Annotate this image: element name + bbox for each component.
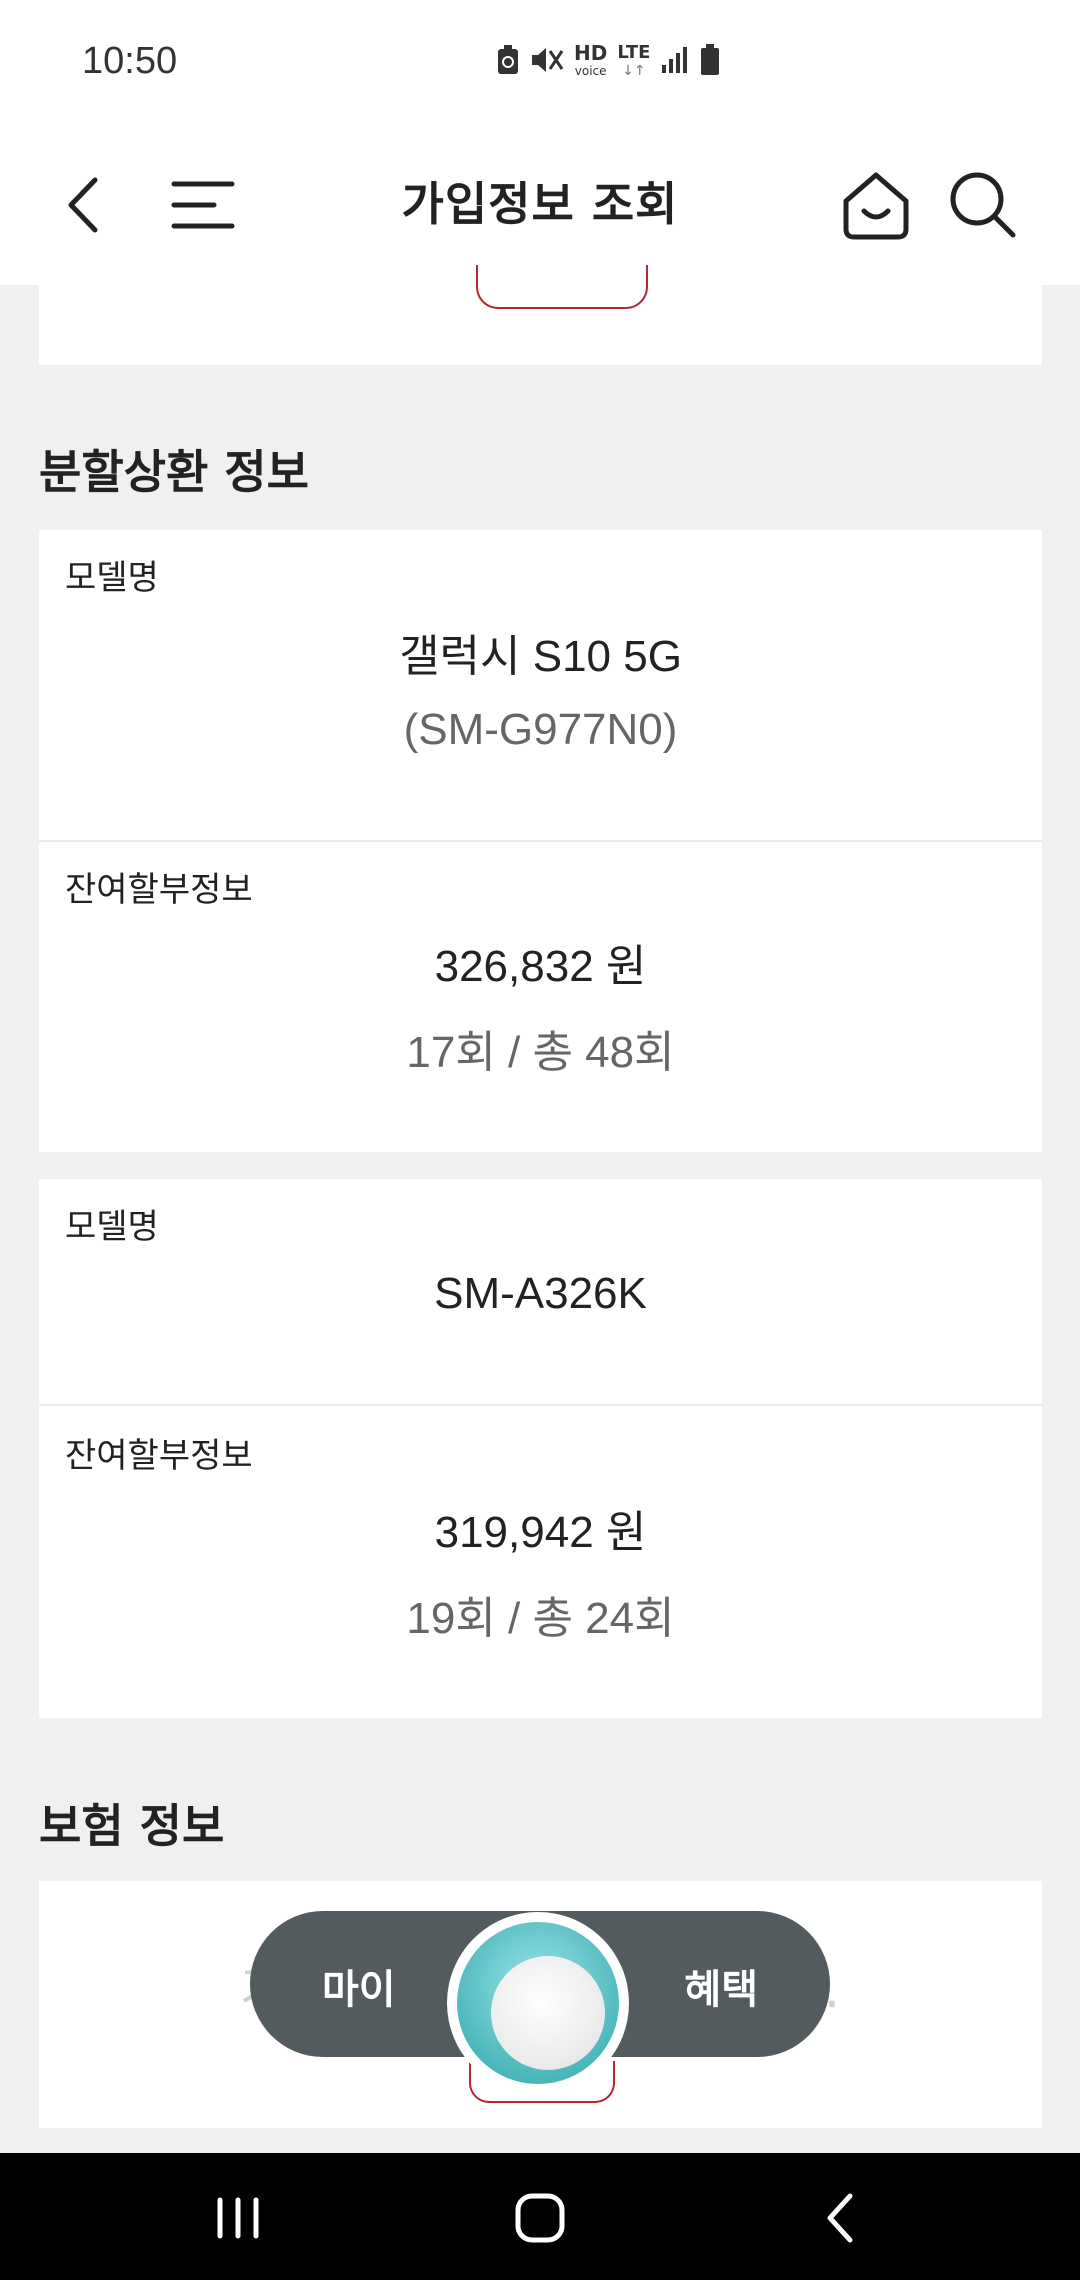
balance-label: 잔여할부정보 <box>65 1436 253 1476</box>
status-icons: HD voice LTE ↓↑ <box>496 41 720 80</box>
installment-progress: 17회 / 총 48회 <box>406 1028 675 1077</box>
status-time: 10:50 <box>82 40 178 82</box>
center-action-button[interactable] <box>447 1912 629 2094</box>
page-title: 가입정보 조회 <box>401 177 679 231</box>
home-nav-button[interactable] <box>510 2188 570 2248</box>
home-square-icon <box>515 2193 565 2243</box>
back-nav-icon <box>827 2193 853 2243</box>
hd-voice-icon: HD voice <box>574 41 608 78</box>
device-model-card: 모델명 SM-A326K <box>39 1179 1042 1404</box>
balance-amount: 326,832 원 <box>434 942 647 991</box>
model-label: 모델명 <box>65 1207 159 1247</box>
installment-progress: 19회 / 총 24회 <box>406 1594 675 1643</box>
model-label: 모델명 <box>65 558 159 598</box>
balance-label: 잔여할부정보 <box>65 870 253 910</box>
system-navigation-bar <box>0 2153 1080 2280</box>
benefits-tab[interactable]: 혜택 <box>684 1957 758 2015</box>
my-tab[interactable]: 마이 <box>322 1957 396 2015</box>
search-icon <box>950 172 1016 238</box>
app-header: 가입정보 조회 <box>0 130 1080 285</box>
home-button[interactable] <box>838 167 914 243</box>
home-icon <box>843 172 909 240</box>
battery-icon <box>700 44 720 80</box>
device-balance-card: 잔여할부정보 319,942 원 19회 / 총 24회 <box>39 1406 1042 1718</box>
status-bar: 10:50 HD voice LTE ↓↑ <box>0 0 1080 130</box>
search-button[interactable] <box>945 167 1021 243</box>
model-code: (SM-G977N0) <box>403 705 678 754</box>
model-name: SM-A326K <box>434 1269 647 1318</box>
recent-apps-button[interactable] <box>208 2188 268 2248</box>
recent-apps-icon <box>217 2197 259 2239</box>
balance-amount: 319,942 원 <box>434 1508 647 1557</box>
device-model-card: 모델명 갤럭시 S10 5G (SM-G977N0) <box>39 530 1042 840</box>
partial-button[interactable] <box>476 265 648 309</box>
previous-card <box>39 265 1042 365</box>
lte-icon: LTE ↓↑ <box>617 42 651 80</box>
installment-section-title: 분할상환 정보 <box>39 445 309 499</box>
battery-saver-icon <box>496 45 520 79</box>
device-balance-card: 잔여할부정보 326,832 원 17회 / 총 48회 <box>39 842 1042 1152</box>
model-name: 갤럭시 S10 5G <box>399 632 682 681</box>
center-ring-icon <box>457 1922 619 2084</box>
mute-icon <box>530 45 564 79</box>
signal-icon <box>660 45 690 79</box>
back-nav-button[interactable] <box>812 2188 872 2248</box>
insurance-section-title: 보험 정보 <box>39 1799 225 1853</box>
